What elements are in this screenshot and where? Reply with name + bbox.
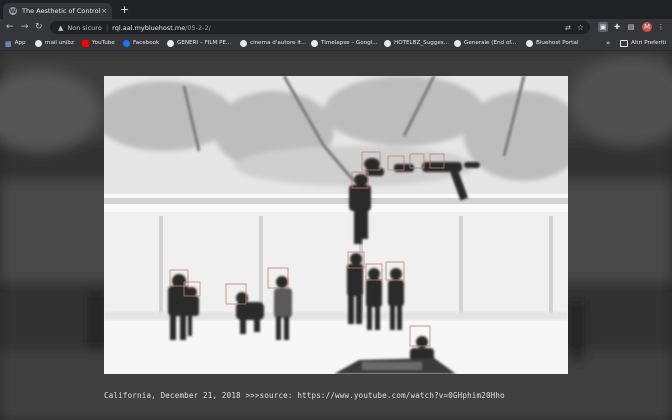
wordpress-icon: W <box>9 7 17 15</box>
bookmark-icon <box>240 39 247 47</box>
bookmark-icon <box>384 39 391 47</box>
translate-icon[interactable]: ⇄ <box>565 24 571 32</box>
extension-icon[interactable]: ▣ <box>598 22 608 32</box>
bookmarks-overflow-button[interactable]: » <box>606 38 610 48</box>
bookmarks-bar: ▦ App mail unibz YouTube Facebook GENERI… <box>0 36 672 51</box>
url-host[interactable]: rql.aal.mybluehost.me <box>112 24 185 32</box>
browser-tab[interactable]: W The Aesthetic of Control — 05-... × <box>3 3 112 19</box>
facebook-icon <box>123 39 130 47</box>
reload-button[interactable]: ↻ <box>35 21 43 33</box>
youtube-icon <box>82 39 89 47</box>
address-bar[interactable]: ▲ Non sicuro | rql.aal.mybluehost.me /05… <box>50 21 590 34</box>
bookmark-generi-film[interactable]: GENERI – FILM PE... <box>167 38 231 48</box>
other-bookmarks-folder[interactable]: Altri Preferiti <box>620 38 666 48</box>
image-caption[interactable]: California, December 21, 2018 >>>source:… <box>104 391 505 400</box>
bookmark-mail-unibz[interactable]: mail unibz <box>35 38 74 48</box>
bookmark-icon <box>526 39 533 47</box>
new-tab-button[interactable]: + <box>120 4 129 15</box>
apps-grid-icon: ▦ <box>5 39 12 48</box>
bookmark-youtube[interactable]: YouTube <box>82 38 115 48</box>
tab-title: The Aesthetic of Control — 05-... <box>22 7 100 15</box>
url-path[interactable]: /05-2-2/ <box>185 24 211 32</box>
bookmark-facebook[interactable]: Facebook <box>123 38 159 48</box>
security-label[interactable]: Non sicuro <box>67 24 101 32</box>
page-content: California, December 21, 2018 >>>source:… <box>0 51 672 420</box>
bookmark-icon <box>167 39 174 47</box>
mail-icon <box>35 39 42 47</box>
bookmark-star-icon[interactable]: ☆ <box>577 23 584 32</box>
browser-toolbar: ← → ↻ ▲ Non sicuro | rql.aal.mybluehost.… <box>0 19 672 36</box>
extensions-puzzle-icon[interactable]: ✚ <box>612 22 622 32</box>
tab-strip: W The Aesthetic of Control — 05-... × + <box>0 0 672 19</box>
menu-kebab-icon[interactable]: ⋮ <box>656 22 666 32</box>
bookmark-cinema-autore[interactable]: cinema d'autore it... <box>240 38 306 48</box>
url-separator: | <box>105 23 109 32</box>
bookmark-timelapse[interactable]: Timelapse – Googl... <box>311 38 378 48</box>
warning-triangle-icon[interactable]: ▲ <box>58 24 63 32</box>
forward-button[interactable]: → <box>21 21 29 33</box>
bookmark-hotelbz[interactable]: HOTELBZ_Sugges... <box>384 38 449 48</box>
bookmark-generale[interactable]: Generale (End of... <box>454 38 516 48</box>
bookmark-icon <box>311 39 318 47</box>
thermal-surveillance-image <box>104 76 568 374</box>
bookmark-app[interactable]: ▦ App <box>5 38 26 48</box>
back-button[interactable]: ← <box>6 21 14 33</box>
download-icon[interactable]: ▤ <box>626 22 636 32</box>
tab-close-icon[interactable]: × <box>101 7 107 15</box>
bookmark-bluehost-portal[interactable]: Bluehost Portal <box>526 38 578 48</box>
bookmark-icon <box>454 39 461 47</box>
folder-icon <box>620 39 628 47</box>
profile-avatar[interactable]: M <box>642 22 652 32</box>
